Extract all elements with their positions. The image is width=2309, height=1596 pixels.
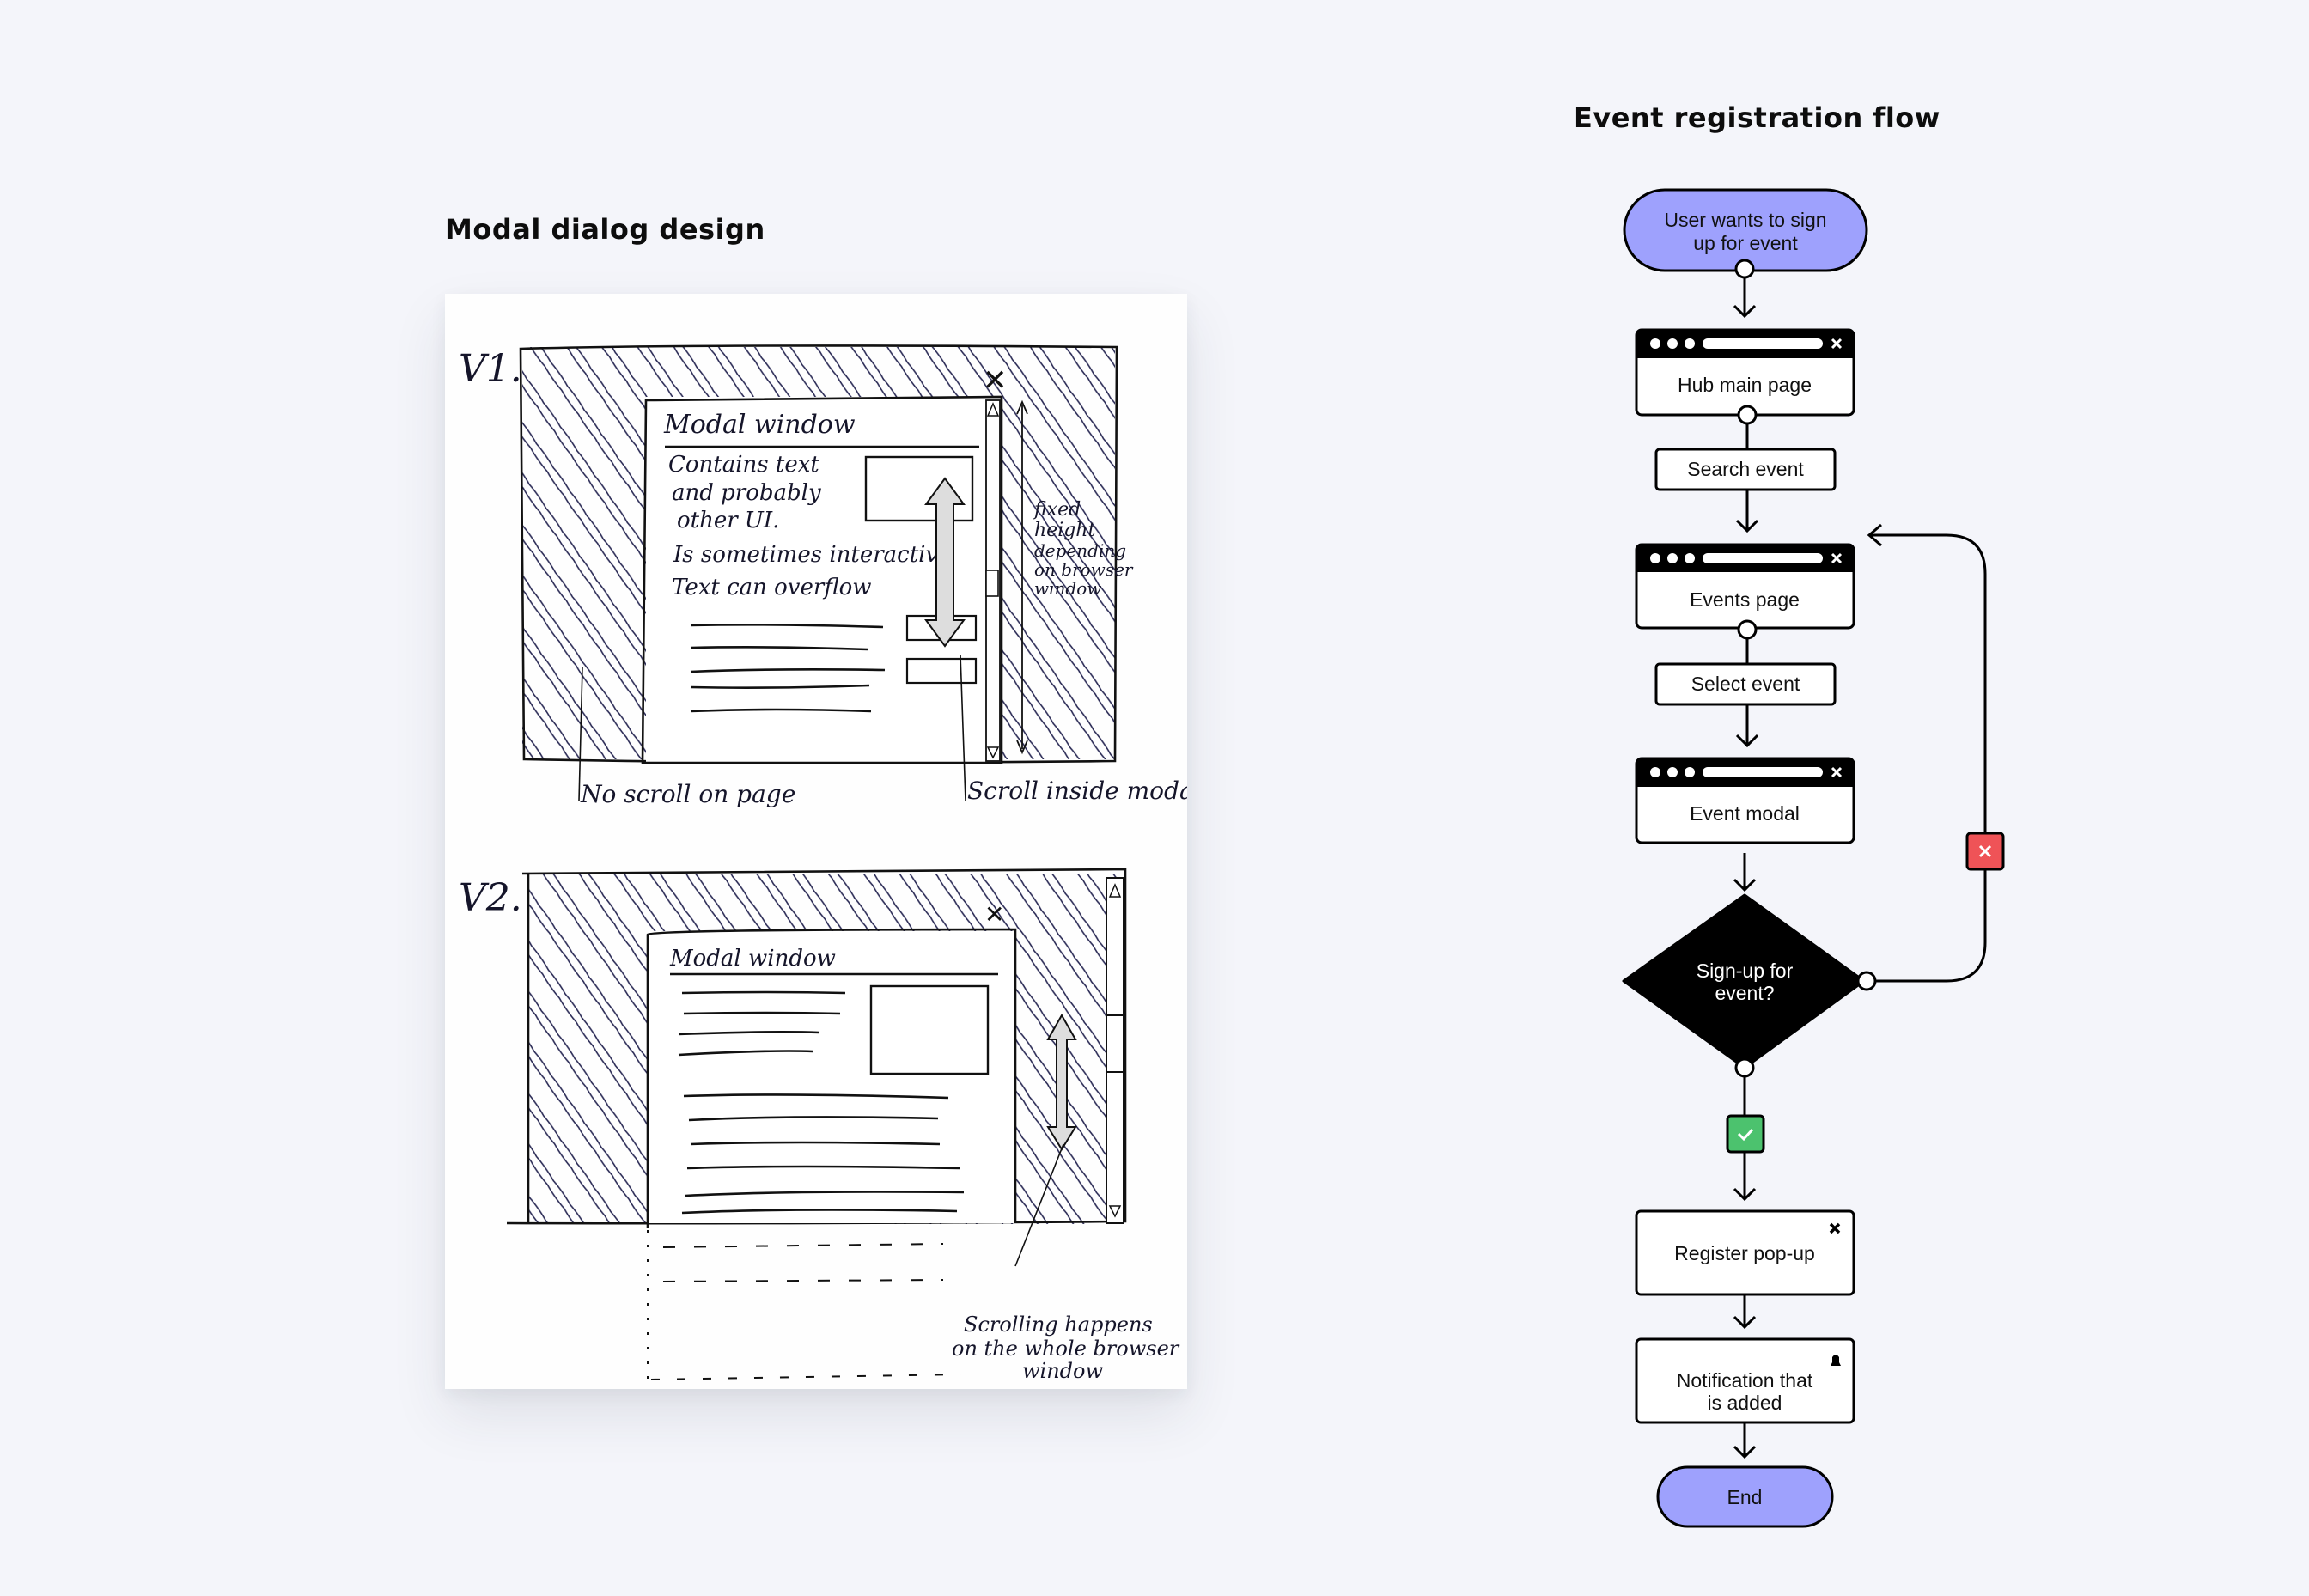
event-registration-flowchart: User wants to sign up for event Hub main… [1622,188,2005,1528]
register-popup-node[interactable]: Register pop-up [1635,1209,1855,1296]
event-modal-node[interactable]: Event modal [1635,757,1855,844]
connection-port [1737,405,1758,425]
connection-port [1734,259,1755,279]
hub-main-page-node[interactable]: Hub main page [1635,328,1855,417]
decision-label: event? [1715,982,1774,1004]
event-modal-label: Event modal [1690,802,1800,825]
search-event-node[interactable]: Search event [1654,448,1837,491]
events-page-node[interactable]: Events page [1635,543,1855,630]
hub-main-page-label: Hub main page [1678,374,1812,396]
address-bar [1703,553,1823,563]
window-dots-icon [1650,338,1695,349]
select-event-node[interactable]: Select event [1654,662,1837,706]
no-branch-label [1965,832,2005,871]
end-node[interactable]: End [1656,1465,1834,1528]
address-bar [1703,338,1823,349]
select-event-label: Select event [1691,673,1800,695]
yes-branch-label [1726,1114,1765,1154]
connection-port [1856,971,1877,991]
start-node-label: User wants to sign [1664,209,1826,231]
start-node-label: up for event [1693,232,1798,254]
loop-back-connector [1867,533,1987,983]
decision-label: Sign-up for [1697,959,1794,982]
connection-port [1737,619,1758,640]
end-node-label: End [1727,1486,1763,1508]
register-popup-label: Register pop-up [1674,1242,1815,1264]
window-dots-icon [1650,553,1695,563]
notification-label: Notification that [1677,1369,1813,1392]
start-node[interactable]: User wants to sign up for event [1623,188,1868,272]
notification-label: is added [1708,1392,1782,1414]
connection-port [1734,1057,1755,1078]
window-dots-icon [1650,767,1695,777]
signup-decision-node[interactable]: Sign-up for event? [1622,893,1866,1069]
events-page-label: Events page [1690,588,1800,611]
search-event-label: Search event [1687,458,1804,480]
notification-node[interactable]: Notification that is added [1635,1337,1855,1424]
address-bar [1703,767,1823,777]
